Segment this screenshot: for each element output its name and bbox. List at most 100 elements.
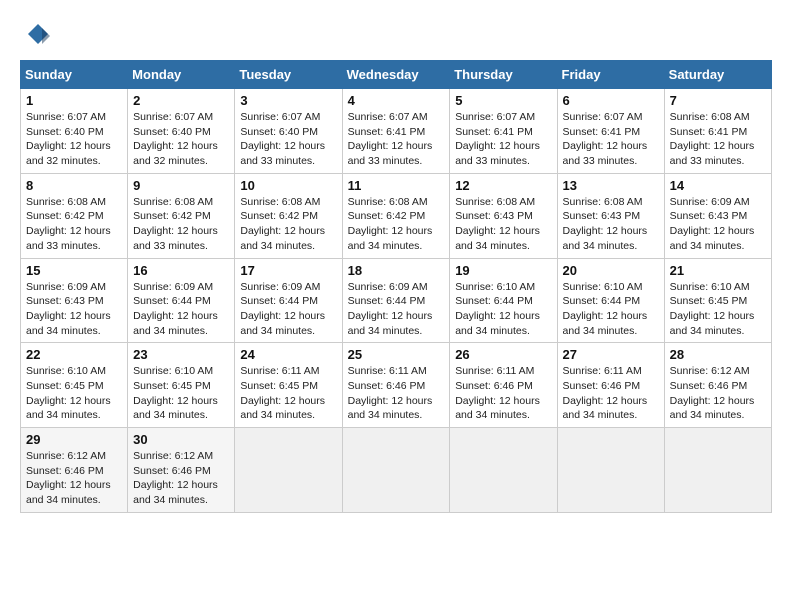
day-of-week-header: Thursday [450, 61, 557, 89]
day-of-week-header: Monday [128, 61, 235, 89]
calendar-day-cell: 5 Sunrise: 6:07 AM Sunset: 6:41 PM Dayli… [450, 89, 557, 174]
calendar-day-cell [450, 428, 557, 513]
day-info: Sunrise: 6:11 AM Sunset: 6:46 PM Dayligh… [563, 364, 659, 423]
day-number: 20 [563, 263, 659, 278]
calendar-day-cell: 11 Sunrise: 6:08 AM Sunset: 6:42 PM Dayl… [342, 173, 450, 258]
calendar-day-cell: 7 Sunrise: 6:08 AM Sunset: 6:41 PM Dayli… [664, 89, 771, 174]
day-number: 9 [133, 178, 229, 193]
day-number: 28 [670, 347, 766, 362]
day-info: Sunrise: 6:12 AM Sunset: 6:46 PM Dayligh… [26, 449, 122, 508]
day-of-week-header: Tuesday [235, 61, 342, 89]
day-info: Sunrise: 6:10 AM Sunset: 6:45 PM Dayligh… [670, 280, 766, 339]
day-number: 2 [133, 93, 229, 108]
calendar-day-cell: 29 Sunrise: 6:12 AM Sunset: 6:46 PM Dayl… [21, 428, 128, 513]
day-number: 14 [670, 178, 766, 193]
day-info: Sunrise: 6:08 AM Sunset: 6:43 PM Dayligh… [455, 195, 551, 254]
day-of-week-header: Saturday [664, 61, 771, 89]
day-info: Sunrise: 6:08 AM Sunset: 6:41 PM Dayligh… [670, 110, 766, 169]
calendar-day-cell [664, 428, 771, 513]
day-info: Sunrise: 6:09 AM Sunset: 6:43 PM Dayligh… [670, 195, 766, 254]
calendar-week-row: 15 Sunrise: 6:09 AM Sunset: 6:43 PM Dayl… [21, 258, 772, 343]
calendar-day-cell: 4 Sunrise: 6:07 AM Sunset: 6:41 PM Dayli… [342, 89, 450, 174]
day-number: 4 [348, 93, 445, 108]
day-number: 3 [240, 93, 336, 108]
day-number: 16 [133, 263, 229, 278]
calendar-week-row: 1 Sunrise: 6:07 AM Sunset: 6:40 PM Dayli… [21, 89, 772, 174]
day-info: Sunrise: 6:09 AM Sunset: 6:44 PM Dayligh… [348, 280, 445, 339]
calendar-day-cell: 2 Sunrise: 6:07 AM Sunset: 6:40 PM Dayli… [128, 89, 235, 174]
day-number: 24 [240, 347, 336, 362]
day-number: 15 [26, 263, 122, 278]
calendar-day-cell [235, 428, 342, 513]
calendar-day-cell: 9 Sunrise: 6:08 AM Sunset: 6:42 PM Dayli… [128, 173, 235, 258]
day-info: Sunrise: 6:10 AM Sunset: 6:44 PM Dayligh… [455, 280, 551, 339]
day-number: 13 [563, 178, 659, 193]
day-number: 12 [455, 178, 551, 193]
day-info: Sunrise: 6:07 AM Sunset: 6:41 PM Dayligh… [455, 110, 551, 169]
calendar-day-cell: 6 Sunrise: 6:07 AM Sunset: 6:41 PM Dayli… [557, 89, 664, 174]
calendar-week-row: 29 Sunrise: 6:12 AM Sunset: 6:46 PM Dayl… [21, 428, 772, 513]
calendar-day-cell: 30 Sunrise: 6:12 AM Sunset: 6:46 PM Dayl… [128, 428, 235, 513]
day-info: Sunrise: 6:09 AM Sunset: 6:43 PM Dayligh… [26, 280, 122, 339]
day-number: 10 [240, 178, 336, 193]
day-info: Sunrise: 6:07 AM Sunset: 6:41 PM Dayligh… [563, 110, 659, 169]
day-info: Sunrise: 6:09 AM Sunset: 6:44 PM Dayligh… [240, 280, 336, 339]
calendar-day-cell: 28 Sunrise: 6:12 AM Sunset: 6:46 PM Dayl… [664, 343, 771, 428]
day-info: Sunrise: 6:11 AM Sunset: 6:46 PM Dayligh… [348, 364, 445, 423]
day-info: Sunrise: 6:08 AM Sunset: 6:42 PM Dayligh… [133, 195, 229, 254]
day-number: 7 [670, 93, 766, 108]
calendar-day-cell: 21 Sunrise: 6:10 AM Sunset: 6:45 PM Dayl… [664, 258, 771, 343]
calendar-day-cell: 22 Sunrise: 6:10 AM Sunset: 6:45 PM Dayl… [21, 343, 128, 428]
day-info: Sunrise: 6:10 AM Sunset: 6:44 PM Dayligh… [563, 280, 659, 339]
day-number: 22 [26, 347, 122, 362]
day-info: Sunrise: 6:07 AM Sunset: 6:40 PM Dayligh… [240, 110, 336, 169]
calendar-day-cell: 27 Sunrise: 6:11 AM Sunset: 6:46 PM Dayl… [557, 343, 664, 428]
day-info: Sunrise: 6:11 AM Sunset: 6:46 PM Dayligh… [455, 364, 551, 423]
day-number: 26 [455, 347, 551, 362]
calendar-day-cell: 13 Sunrise: 6:08 AM Sunset: 6:43 PM Dayl… [557, 173, 664, 258]
calendar-table: SundayMondayTuesdayWednesdayThursdayFrid… [20, 60, 772, 513]
day-number: 27 [563, 347, 659, 362]
day-number: 8 [26, 178, 122, 193]
day-number: 18 [348, 263, 445, 278]
calendar-day-cell: 10 Sunrise: 6:08 AM Sunset: 6:42 PM Dayl… [235, 173, 342, 258]
calendar-day-cell: 16 Sunrise: 6:09 AM Sunset: 6:44 PM Dayl… [128, 258, 235, 343]
day-number: 21 [670, 263, 766, 278]
calendar-week-row: 22 Sunrise: 6:10 AM Sunset: 6:45 PM Dayl… [21, 343, 772, 428]
calendar-day-cell: 20 Sunrise: 6:10 AM Sunset: 6:44 PM Dayl… [557, 258, 664, 343]
calendar-day-cell: 12 Sunrise: 6:08 AM Sunset: 6:43 PM Dayl… [450, 173, 557, 258]
day-info: Sunrise: 6:08 AM Sunset: 6:43 PM Dayligh… [563, 195, 659, 254]
calendar-day-cell: 3 Sunrise: 6:07 AM Sunset: 6:40 PM Dayli… [235, 89, 342, 174]
logo [20, 20, 54, 50]
calendar-day-cell: 26 Sunrise: 6:11 AM Sunset: 6:46 PM Dayl… [450, 343, 557, 428]
calendar-day-cell: 23 Sunrise: 6:10 AM Sunset: 6:45 PM Dayl… [128, 343, 235, 428]
calendar-day-cell [342, 428, 450, 513]
day-info: Sunrise: 6:08 AM Sunset: 6:42 PM Dayligh… [348, 195, 445, 254]
logo-icon [20, 20, 50, 50]
day-number: 19 [455, 263, 551, 278]
day-info: Sunrise: 6:10 AM Sunset: 6:45 PM Dayligh… [26, 364, 122, 423]
day-of-week-header: Friday [557, 61, 664, 89]
day-info: Sunrise: 6:08 AM Sunset: 6:42 PM Dayligh… [240, 195, 336, 254]
calendar-day-cell: 14 Sunrise: 6:09 AM Sunset: 6:43 PM Dayl… [664, 173, 771, 258]
calendar-day-cell: 8 Sunrise: 6:08 AM Sunset: 6:42 PM Dayli… [21, 173, 128, 258]
day-number: 25 [348, 347, 445, 362]
day-number: 6 [563, 93, 659, 108]
day-of-week-header: Wednesday [342, 61, 450, 89]
day-info: Sunrise: 6:07 AM Sunset: 6:40 PM Dayligh… [133, 110, 229, 169]
day-info: Sunrise: 6:11 AM Sunset: 6:45 PM Dayligh… [240, 364, 336, 423]
calendar-day-cell: 15 Sunrise: 6:09 AM Sunset: 6:43 PM Dayl… [21, 258, 128, 343]
day-info: Sunrise: 6:09 AM Sunset: 6:44 PM Dayligh… [133, 280, 229, 339]
day-info: Sunrise: 6:10 AM Sunset: 6:45 PM Dayligh… [133, 364, 229, 423]
day-info: Sunrise: 6:08 AM Sunset: 6:42 PM Dayligh… [26, 195, 122, 254]
calendar-day-cell: 18 Sunrise: 6:09 AM Sunset: 6:44 PM Dayl… [342, 258, 450, 343]
day-number: 1 [26, 93, 122, 108]
calendar-day-cell: 25 Sunrise: 6:11 AM Sunset: 6:46 PM Dayl… [342, 343, 450, 428]
calendar-week-row: 8 Sunrise: 6:08 AM Sunset: 6:42 PM Dayli… [21, 173, 772, 258]
day-info: Sunrise: 6:12 AM Sunset: 6:46 PM Dayligh… [133, 449, 229, 508]
day-number: 23 [133, 347, 229, 362]
calendar-day-cell: 24 Sunrise: 6:11 AM Sunset: 6:45 PM Dayl… [235, 343, 342, 428]
day-number: 30 [133, 432, 229, 447]
day-info: Sunrise: 6:07 AM Sunset: 6:41 PM Dayligh… [348, 110, 445, 169]
day-of-week-header: Sunday [21, 61, 128, 89]
